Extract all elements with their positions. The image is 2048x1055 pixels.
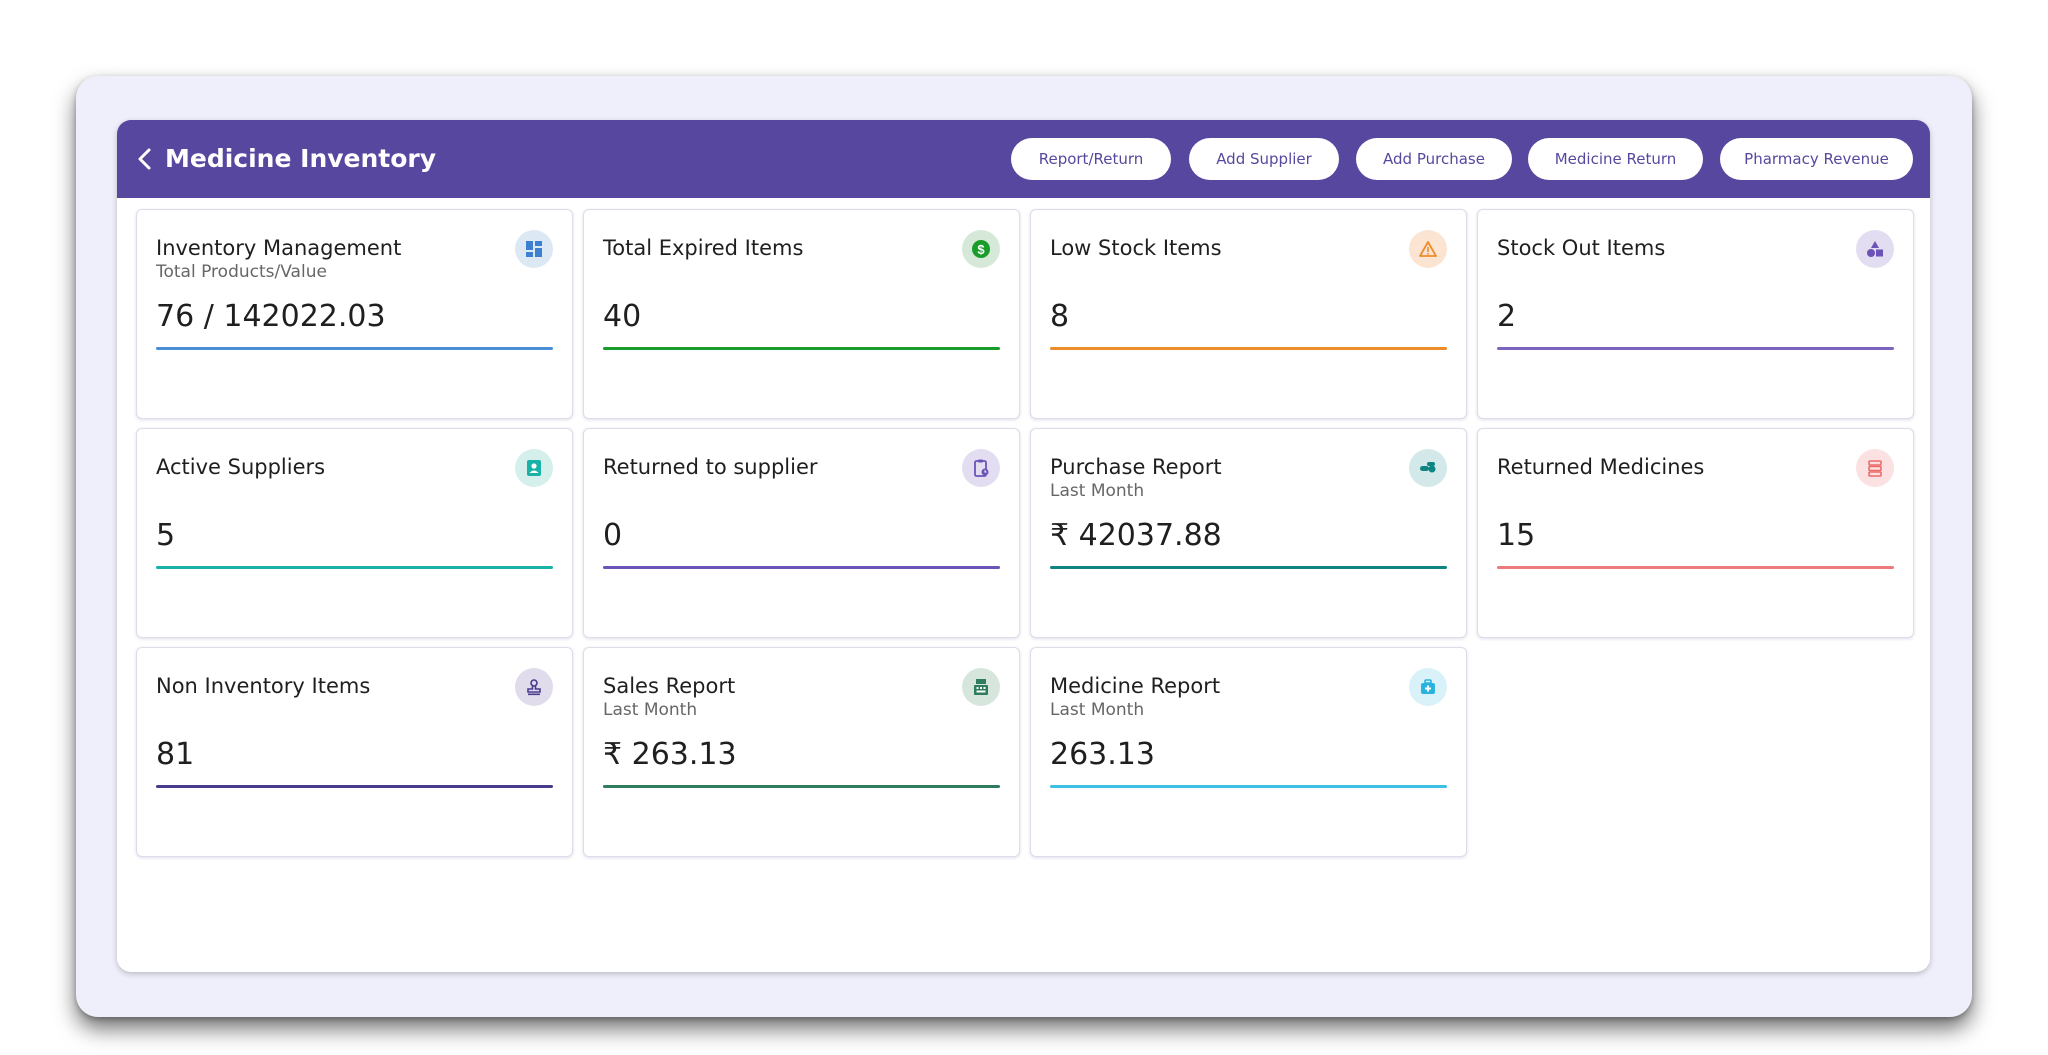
card-title: Low Stock Items [1050, 236, 1222, 260]
card-accent-line [156, 785, 553, 788]
card-value: 15 [1497, 518, 1536, 553]
card-non-inventory-items[interactable]: Non Inventory Items 81 [136, 647, 573, 857]
add-purchase-button[interactable]: Add Purchase [1356, 138, 1512, 180]
pharmacy-revenue-button[interactable]: Pharmacy Revenue [1720, 138, 1913, 180]
card-low-stock-items[interactable]: Low Stock Items 8 [1030, 209, 1467, 419]
card-value: 263.13 [1050, 737, 1155, 772]
card-value: 8 [1050, 299, 1070, 334]
report-return-button[interactable]: Report/Return [1011, 138, 1171, 180]
card-accent-line [603, 347, 1000, 350]
card-value: ₹ 42037.88 [1050, 518, 1222, 553]
medicine-return-button[interactable]: Medicine Return [1528, 138, 1703, 180]
card-total-expired-items[interactable]: Total Expired Items 40 $ [583, 209, 1020, 419]
card-subtitle: Total Products/Value [156, 262, 327, 282]
card-value: 76 / 142022.03 [156, 299, 386, 334]
card-title: Inventory Management [156, 236, 402, 260]
card-subtitle: Last Month [1050, 700, 1145, 720]
card-value: 40 [603, 299, 642, 334]
card-title: Total Expired Items [603, 236, 804, 260]
card-accent-line [1050, 785, 1447, 788]
card-title: Stock Out Items [1497, 236, 1666, 260]
shapes-icon [1856, 230, 1894, 268]
card-medicine-report[interactable]: Medicine Report Last Month 263.13 [1030, 647, 1467, 857]
contact-icon [515, 449, 553, 487]
card-subtitle: Last Month [1050, 481, 1145, 501]
card-accent-line [1497, 566, 1894, 569]
card-title: Returned Medicines [1497, 455, 1705, 479]
header-bar: Medicine Inventory Report/Return Add Sup… [117, 120, 1930, 198]
dollar-icon: $ [962, 230, 1000, 268]
register-icon [962, 668, 1000, 706]
card-accent-line [1050, 566, 1447, 569]
card-accent-line [156, 347, 553, 350]
storage-icon [1856, 449, 1894, 487]
clipboard-icon [962, 449, 1000, 487]
stamp-icon [515, 668, 553, 706]
back-arrow-icon[interactable] [133, 146, 157, 172]
card-subtitle: Last Month [603, 700, 698, 720]
card-returned-to-supplier[interactable]: Returned to supplier 0 [583, 428, 1020, 638]
card-title: Returned to supplier [603, 455, 818, 479]
card-stock-out-items[interactable]: Stock Out Items 2 [1477, 209, 1914, 419]
svg-text:$: $ [977, 242, 985, 257]
card-title: Non Inventory Items [156, 674, 371, 698]
card-returned-medicines[interactable]: Returned Medicines 15 [1477, 428, 1914, 638]
card-title: Sales Report [603, 674, 736, 698]
card-value: 0 [603, 518, 623, 553]
add-supplier-button[interactable]: Add Supplier [1189, 138, 1339, 180]
card-value: 2 [1497, 299, 1517, 334]
card-accent-line [603, 566, 1000, 569]
card-title: Medicine Report [1050, 674, 1221, 698]
card-accent-line [603, 785, 1000, 788]
pills-icon [1409, 449, 1447, 487]
warning-icon [1409, 230, 1447, 268]
card-value: ₹ 263.13 [603, 737, 737, 772]
card-accent-line [1497, 347, 1894, 350]
card-accent-line [156, 566, 553, 569]
card-title: Purchase Report [1050, 455, 1222, 479]
card-accent-line [1050, 347, 1447, 350]
card-value: 81 [156, 737, 195, 772]
dashboard-icon [515, 230, 553, 268]
card-inventory-management[interactable]: Inventory Management Total Products/Valu… [136, 209, 573, 419]
card-value: 5 [156, 518, 176, 553]
card-purchase-report[interactable]: Purchase Report Last Month ₹ 42037.88 [1030, 428, 1467, 638]
card-active-suppliers[interactable]: Active Suppliers 5 [136, 428, 573, 638]
medkit-icon [1409, 668, 1447, 706]
inventory-panel: Medicine Inventory Report/Return Add Sup… [117, 120, 1930, 972]
page-title: Medicine Inventory [165, 144, 437, 173]
card-title: Active Suppliers [156, 455, 326, 479]
card-sales-report[interactable]: Sales Report Last Month ₹ 263.13 [583, 647, 1020, 857]
